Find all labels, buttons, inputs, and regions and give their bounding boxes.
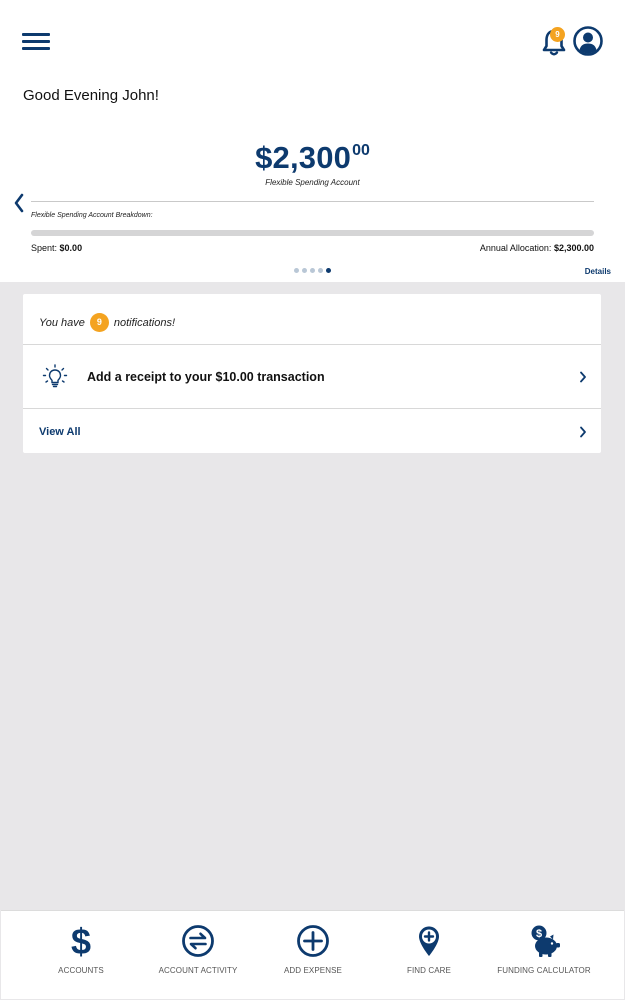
balance-amount: $2,300 bbox=[255, 140, 352, 175]
notification-count-badge: 9 bbox=[550, 27, 565, 42]
account-balance: $2,30000 bbox=[0, 140, 625, 176]
nav-label: ADD EXPENSE bbox=[283, 966, 342, 975]
account-summary-panel: 9 Good Evening John! $2,30000 Flexible S… bbox=[0, 0, 625, 282]
details-link[interactable]: Details bbox=[585, 267, 611, 276]
notifications-summary: You have 9 notifications! bbox=[39, 313, 175, 332]
carousel-pagination[interactable] bbox=[294, 268, 331, 274]
svg-text:$: $ bbox=[536, 928, 542, 940]
notifications-header: You have 9 notifications! bbox=[23, 294, 601, 345]
nav-label: ACCOUNT ACTIVITY bbox=[158, 966, 238, 975]
spent-value: $0.00 bbox=[59, 243, 83, 253]
balance-cents: 00 bbox=[352, 142, 370, 159]
nav-account-activity[interactable]: ACCOUNT ACTIVITY bbox=[136, 911, 260, 1000]
plus-circle-icon bbox=[297, 925, 329, 957]
nav-find-care[interactable]: FIND CARE bbox=[367, 911, 491, 1000]
notifications-card: You have 9 notifications! Add a receipt … bbox=[23, 294, 601, 453]
nav-label: FIND CARE bbox=[406, 966, 451, 975]
nav-label: FUNDING CALCULATOR bbox=[497, 966, 591, 975]
carousel-dot[interactable] bbox=[302, 268, 307, 273]
greeting-text: Good Evening John! bbox=[23, 87, 159, 104]
spent-label: Spent: bbox=[31, 243, 58, 253]
chevron-right-icon bbox=[580, 371, 586, 383]
divider bbox=[31, 201, 594, 202]
annual-allocation: Annual Allocation: $2,300.00 bbox=[480, 243, 594, 253]
nav-add-expense[interactable]: ADD EXPENSE bbox=[251, 911, 375, 1000]
piggy-bank-icon: $ bbox=[531, 925, 560, 957]
chevron-left-icon[interactable] bbox=[11, 192, 27, 214]
breakdown-label: Flexible Spending Account Breakdown: bbox=[31, 212, 153, 219]
svg-text:$: $ bbox=[71, 924, 91, 958]
spent-amount: Spent: $0.00 bbox=[31, 243, 82, 253]
user-profile-icon[interactable] bbox=[572, 25, 604, 57]
carousel-dot[interactable] bbox=[294, 268, 299, 273]
map-pin-plus-icon bbox=[419, 926, 439, 956]
notification-text: Add a receipt to your $10.00 transaction bbox=[87, 370, 325, 384]
notifications-suffix: notifications! bbox=[113, 316, 176, 329]
transfer-arrows-icon bbox=[182, 925, 214, 957]
carousel-dot[interactable] bbox=[326, 268, 331, 273]
hamburger-menu-icon[interactable] bbox=[22, 30, 52, 52]
bottom-navigation: $ ACCOUNTS ACCOUNT ACTIVITY ADD EXPENSE … bbox=[1, 910, 624, 999]
chevron-right-icon bbox=[580, 426, 586, 438]
notifications-prefix: You have bbox=[39, 316, 85, 329]
notification-item[interactable]: Add a receipt to your $10.00 transaction bbox=[23, 345, 601, 409]
spending-progress-bar bbox=[31, 230, 594, 236]
notifications-count-badge: 9 bbox=[89, 313, 109, 332]
carousel-dot[interactable] bbox=[310, 268, 315, 273]
dollar-icon: $ bbox=[71, 924, 91, 958]
view-all-link[interactable]: View All bbox=[39, 426, 81, 438]
allocation-value: $2,300.00 bbox=[553, 243, 594, 253]
account-name: Flexible Spending Account bbox=[265, 178, 360, 187]
lightbulb-icon bbox=[42, 364, 68, 388]
carousel-dot[interactable] bbox=[318, 268, 323, 273]
nav-accounts[interactable]: $ ACCOUNTS bbox=[19, 911, 143, 1000]
nav-funding-calculator[interactable]: $ FUNDING CALCULATOR bbox=[482, 911, 606, 1000]
allocation-label: Annual Allocation: bbox=[479, 243, 552, 253]
view-all-row[interactable]: View All bbox=[23, 409, 601, 453]
nav-label: ACCOUNTS bbox=[58, 966, 104, 975]
